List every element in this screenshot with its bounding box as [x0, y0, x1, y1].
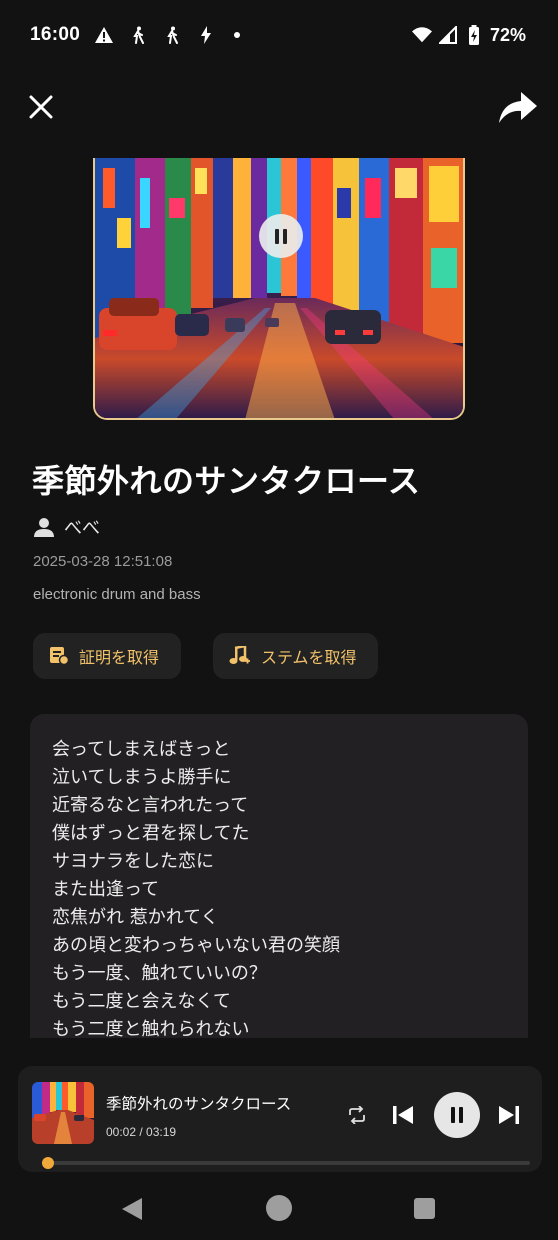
music-note-icon	[229, 646, 250, 664]
pause-icon	[451, 1107, 463, 1123]
lyric-line: もう二度と触れられない	[52, 1019, 250, 1038]
created-date: 2025-03-28 12:51:08	[33, 553, 173, 570]
status-time: 16:00	[30, 24, 81, 45]
lyric-line: 会ってしまえばきっと	[52, 739, 231, 760]
mini-player-time: 00:02 / 03:19	[106, 1125, 177, 1139]
battery-percent: 72%	[489, 24, 526, 45]
mini-player[interactable]: 季節外れのサンタクロース 00:02 / 03:19	[18, 1066, 542, 1172]
repeat-icon	[349, 1106, 365, 1124]
share-button[interactable]	[498, 88, 538, 128]
close-icon	[29, 95, 53, 119]
get-stems-button[interactable]: ステムを取得	[213, 633, 378, 679]
skip-previous-icon	[393, 1106, 413, 1124]
lyric-line: もう一度、触れていいの？	[52, 963, 267, 984]
home-button[interactable]	[266, 1195, 292, 1221]
cover-pause-button[interactable]	[259, 214, 303, 258]
lyrics-card[interactable]: 会ってしまえばきっと 泣いてしまうよ勝手に 近寄るなと言われたって 僕はずっと君…	[30, 714, 528, 1038]
lyric-line: また出逢って	[52, 879, 160, 900]
play-pause-button[interactable]	[434, 1092, 480, 1138]
recents-button[interactable]	[414, 1198, 435, 1219]
wifi-icon	[411, 25, 432, 45]
status-left: 16:00	[30, 24, 241, 46]
cover-image	[95, 158, 463, 418]
lyric-line: 僕はずっと君を探してた	[52, 823, 250, 844]
back-icon[interactable]	[120, 1196, 146, 1222]
mini-player-title: 季節外れのサンタクロース	[106, 1095, 292, 1113]
lyric-line: 近寄るなと言われたって	[52, 795, 249, 816]
get-stems-label: ステムを取得	[261, 648, 357, 667]
previous-button[interactable]	[390, 1102, 416, 1128]
pause-icon	[275, 228, 287, 244]
certificate-icon	[50, 647, 69, 666]
top-actions	[0, 84, 558, 132]
get-proof-label: 証明を取得	[79, 648, 160, 667]
close-button[interactable]	[24, 90, 58, 124]
genre-tags: electronic drum and bass	[33, 586, 201, 603]
next-button[interactable]	[496, 1102, 522, 1128]
mini-cover-art	[32, 1082, 94, 1144]
status-right: 72%	[411, 24, 526, 46]
status-bar: 16:00 72%	[0, 0, 558, 70]
system-nav-bar	[0, 1180, 558, 1240]
get-proof-button[interactable]: 証明を取得	[33, 633, 181, 679]
lyric-line: サヨナラをした恋に	[52, 851, 214, 872]
lyric-line: 泣いてしまうよ勝手に	[52, 767, 232, 788]
lyric-line: 恋焦がれ 惹かれてく	[52, 907, 219, 928]
lyric-line: もう二度と会えなくて	[52, 991, 231, 1012]
walking-icon	[162, 25, 182, 45]
warning-icon	[94, 25, 114, 45]
share-icon	[499, 92, 537, 123]
repeat-button[interactable]	[344, 1102, 370, 1128]
lyric-line: あの頃と変わっちゃいない君の笑顔	[52, 935, 340, 956]
person-icon	[34, 518, 54, 537]
flash-icon	[196, 25, 216, 45]
battery-charging-icon	[464, 25, 484, 45]
song-title: 季節外れのサンタクロース	[32, 462, 421, 500]
progress-thumb[interactable]	[41, 1157, 54, 1169]
cover-art	[93, 158, 465, 420]
notification-dot	[234, 32, 241, 38]
progress-bar[interactable]	[41, 1157, 530, 1169]
skip-next-icon	[499, 1106, 519, 1124]
artist-row[interactable]: べべ	[34, 514, 100, 540]
signal-icon	[438, 25, 458, 45]
walking-icon	[128, 25, 148, 45]
artist-name: べべ	[64, 518, 100, 539]
